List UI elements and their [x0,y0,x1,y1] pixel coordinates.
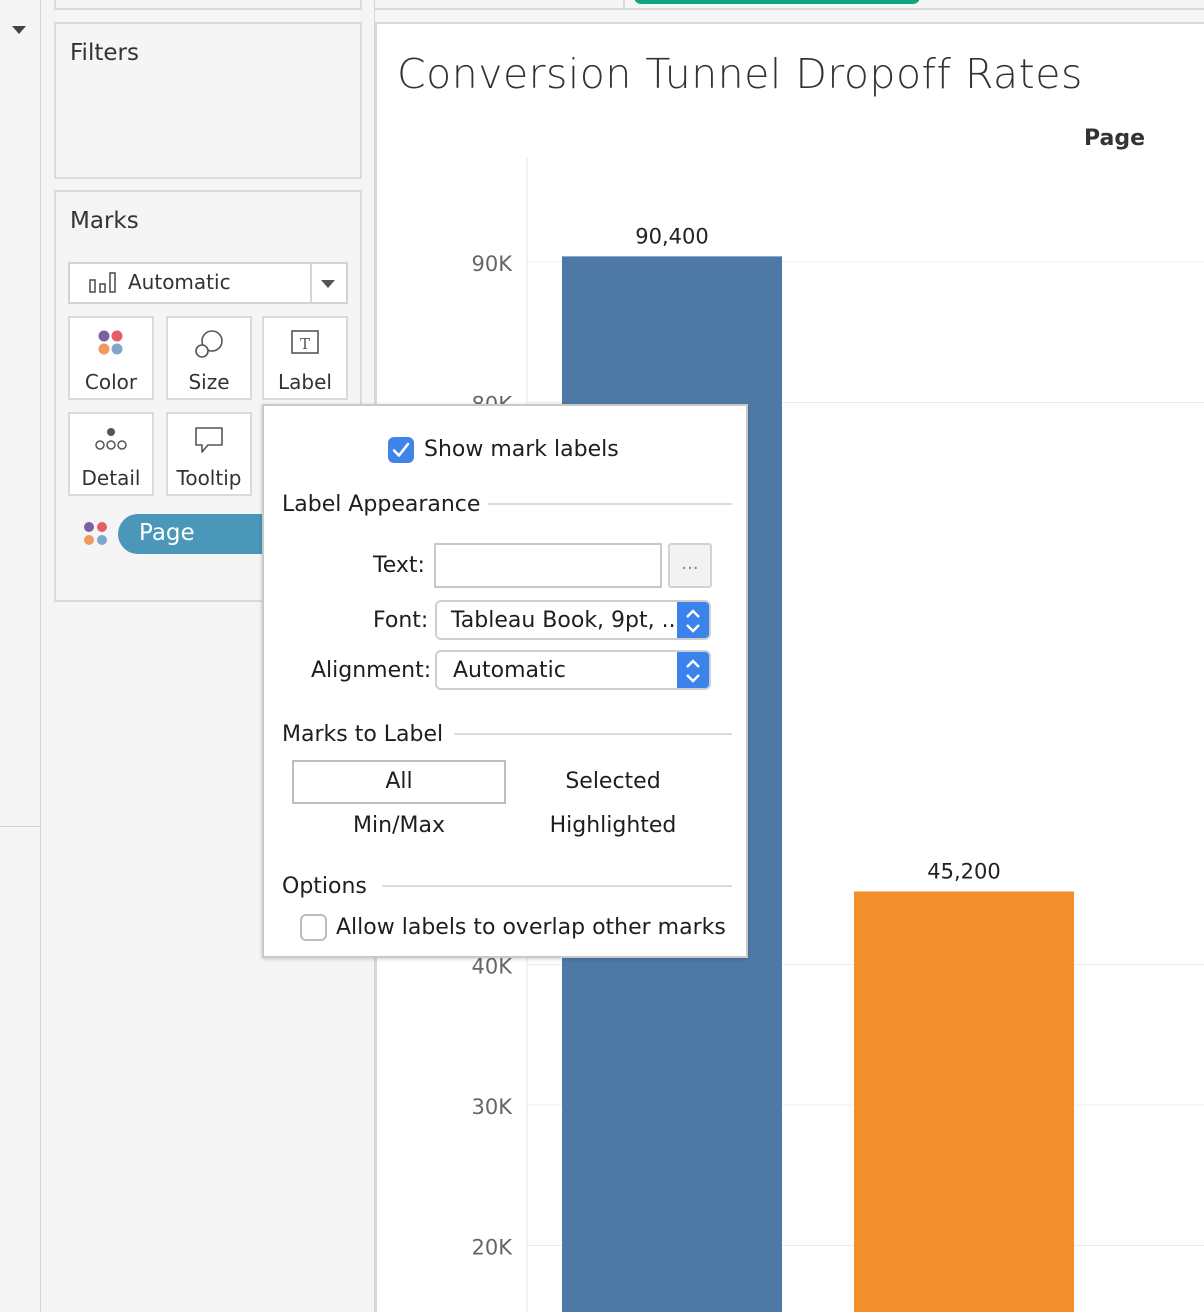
color-dots-icon [84,522,107,545]
alignment-value: Automatic [453,658,566,683]
bar [854,891,1074,1312]
size-circles-icon [195,330,223,358]
allow-overlap-checkbox[interactable] [300,914,327,941]
chevron-down-icon[interactable] [321,280,335,288]
options-heading: Options [282,874,367,899]
detail-button[interactable]: Detail [68,412,154,496]
updown-arrow-icon [677,652,709,688]
option-selected[interactable]: Selected [506,769,720,794]
left-strip [0,0,41,1312]
marks-title: Marks [70,208,139,234]
dropdown-separator [310,264,312,302]
tooltip-button[interactable]: Tooltip [166,412,252,496]
pages-card [54,0,362,10]
y-tick-label: 90K [472,252,514,276]
option-min-max[interactable]: Min/Max [292,813,506,838]
alignment-select[interactable]: Automatic [435,650,711,690]
collapse-arrow-icon[interactable] [12,26,26,34]
label-appearance-heading: Label Appearance [282,492,481,517]
filters-card[interactable]: Filters [54,22,362,179]
show-labels-text[interactable]: Show mark labels [424,437,619,462]
updown-arrow-icon [677,602,709,638]
divider [382,885,732,887]
page-pill[interactable]: Page [118,514,268,554]
y-tick-label: 30K [472,1095,514,1119]
label-label: Label [278,370,332,394]
speech-bubble-icon [195,427,223,453]
ellipsis-button[interactable]: ... [668,543,712,588]
alignment-label: Alignment: [311,658,432,683]
filters-title: Filters [70,40,139,66]
show-labels-checkbox[interactable] [388,437,414,463]
text-field[interactable] [434,543,662,588]
detail-dots-icon [95,428,127,450]
divider [488,503,732,505]
divider [0,826,41,827]
checkmark-icon [392,442,410,457]
bar-value-label: 45,200 [927,859,1000,883]
svg-text:T: T [300,335,310,353]
page-pill-label: Page [139,520,195,546]
size-button[interactable]: Size [166,316,252,400]
bar-value-label: 90,400 [635,224,708,248]
font-value: Tableau Book, 9pt, .. [451,608,676,633]
detail-label: Detail [81,466,141,490]
divider [454,733,732,735]
option-highlighted[interactable]: Highlighted [506,813,720,838]
text-label: Text: [373,553,425,578]
marks-to-label-heading: Marks to Label [282,722,444,747]
bar-chart-icon [89,272,116,293]
option-all-label: All [385,769,413,794]
color-dots-icon [98,330,123,355]
mark-type-value: Automatic [128,270,231,294]
color-button[interactable]: Color [68,316,154,400]
allow-overlap-text[interactable]: Allow labels to overlap other marks [336,915,726,940]
label-button[interactable]: T Label [262,316,348,400]
color-label: Color [84,370,138,394]
text-label-icon: T [291,330,319,354]
font-select[interactable]: Tableau Book, 9pt, .. [435,600,711,640]
font-label: Font: [373,608,429,633]
size-label: Size [188,370,230,394]
y-tick-label: 40K [472,955,514,979]
tooltip-label: Tooltip [176,466,242,490]
y-tick-label: 20K [472,1236,514,1260]
